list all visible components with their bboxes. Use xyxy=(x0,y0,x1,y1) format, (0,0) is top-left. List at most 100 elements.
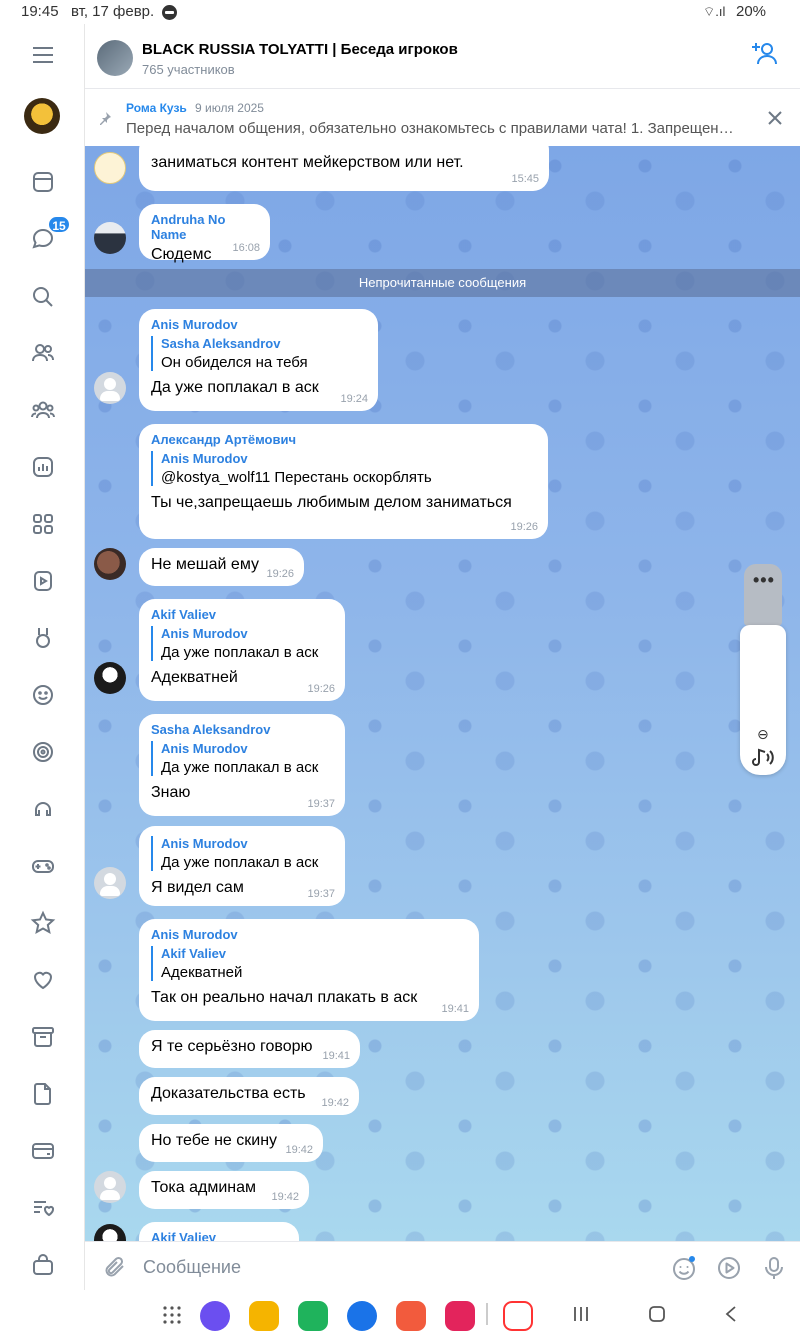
message-time: 19:26 xyxy=(307,683,335,695)
message-text: Адекватней xyxy=(151,669,238,686)
reply-text: Да уже поплакал в аск xyxy=(161,644,319,661)
message-input[interactable]: Сообщение xyxy=(143,1257,241,1278)
reply-quote[interactable]: Sasha Aleksandrov Он обиделся на тебя xyxy=(151,336,366,371)
reply-quote[interactable]: Anis Murodov Да уже поплакал в аск xyxy=(151,836,333,871)
chat-header[interactable]: BLACK RUSSIA TOLYATTI | Беседа игроков 7… xyxy=(85,24,800,88)
statistics-icon[interactable] xyxy=(30,454,56,480)
microphone-icon[interactable] xyxy=(761,1255,787,1281)
message-time: 19:37 xyxy=(307,798,335,810)
documents-icon[interactable] xyxy=(30,1081,56,1107)
chat-avatar[interactable] xyxy=(97,40,133,76)
sender-avatar[interactable] xyxy=(94,662,126,694)
reply-quote[interactable]: Anis Murodov Да уже поплакал в аск xyxy=(151,741,333,776)
reply-text: Да уже поплакал в аск xyxy=(161,759,319,776)
sender-avatar[interactable] xyxy=(94,222,126,254)
chat-title[interactable]: BLACK RUSSIA TOLYATTI | Беседа игроков xyxy=(142,41,458,58)
message-bubble[interactable]: Но тебе не скину 19:42 xyxy=(139,1124,323,1162)
sender-avatar[interactable] xyxy=(94,372,126,404)
sender-avatar[interactable] xyxy=(94,867,126,899)
sound-icon[interactable] xyxy=(751,745,775,769)
message-time: 19:42 xyxy=(271,1191,299,1203)
home-icon[interactable] xyxy=(648,1305,666,1323)
favorites-heart-icon[interactable] xyxy=(30,967,56,993)
message-bubble[interactable]: Александр Артёмович Anis Murodov @kostya… xyxy=(139,424,548,539)
message-bubble[interactable]: Я те серьёзно говорю 19:41 xyxy=(139,1030,360,1068)
charity-icon[interactable] xyxy=(30,1195,56,1221)
message-bubble[interactable]: Не мешай ему 19:26 xyxy=(139,548,304,586)
market-bag-icon[interactable] xyxy=(30,1252,56,1278)
battery-level: 20% xyxy=(736,3,767,20)
message-author[interactable]: Anis Murodov xyxy=(151,317,366,332)
message-author[interactable]: Andruha No Name xyxy=(151,212,258,242)
services-icon[interactable] xyxy=(30,511,56,537)
payments-icon[interactable] xyxy=(30,1138,56,1164)
message-bubble[interactable]: Sasha Aleksandrov Anis Murodov Да уже по… xyxy=(139,714,345,816)
reply-quote[interactable]: Akif Valiev Адекватней xyxy=(151,946,467,981)
app-drawer-icon[interactable] xyxy=(162,1305,182,1325)
message-bubble[interactable]: Akif Valiev Anis Murodov Да уже поплакал… xyxy=(139,599,345,701)
menu-icon[interactable] xyxy=(30,42,56,68)
sender-avatar[interactable] xyxy=(94,152,126,184)
games-icon[interactable] xyxy=(30,853,56,879)
stickers-icon[interactable] xyxy=(30,682,56,708)
profile-avatar[interactable] xyxy=(24,98,60,134)
yandex-app-icon[interactable] xyxy=(503,1301,533,1331)
message-composer: Сообщение xyxy=(85,1241,800,1290)
message-bubble[interactable]: Andruha No Name Сюдемс 16:08 xyxy=(139,204,270,263)
sender-avatar[interactable] xyxy=(94,1171,126,1203)
search-icon[interactable] xyxy=(30,284,56,310)
message-author[interactable]: Anis Murodov xyxy=(151,927,467,942)
chat-history[interactable]: заниматься контент мейкерством или нет. … xyxy=(85,146,800,1241)
message-text: Я те серьёзно говорю xyxy=(151,1038,313,1055)
recents-icon[interactable] xyxy=(573,1305,589,1323)
newsfeed-icon[interactable] xyxy=(30,169,56,195)
message-bubble[interactable]: Anis Murodov Sasha Aleksandrov Он обидел… xyxy=(139,309,378,411)
message-author[interactable]: Sasha Aleksandrov xyxy=(151,722,333,737)
chat-member-count[interactable]: 765 участников xyxy=(142,62,235,77)
zoom-out-icon[interactable]: ⊖ xyxy=(757,726,769,743)
message-bubble[interactable]: Доказательства есть 19:42 xyxy=(139,1077,359,1115)
video-icon[interactable] xyxy=(30,568,56,594)
messages-app-icon[interactable] xyxy=(347,1301,377,1331)
reply-quote[interactable]: Anis Murodov Да уже поплакал в аск xyxy=(151,626,333,661)
reply-author: Anis Murodov xyxy=(161,836,248,851)
message-author[interactable]: Александр Артёмович xyxy=(151,432,536,447)
message-bubble[interactable]: Anis Murodov Akif Valiev Адекватней Так … xyxy=(139,919,479,1021)
message-bubble[interactable]: заниматься контент мейкерством или нет. … xyxy=(139,146,549,191)
attach-icon[interactable] xyxy=(103,1255,127,1279)
sender-avatar[interactable] xyxy=(94,548,126,580)
add-member-icon[interactable] xyxy=(750,38,780,68)
reply-quote[interactable]: Anis Murodov @kostya_wolf11 Перестань ос… xyxy=(151,451,536,486)
message-bubble[interactable]: Тока админам 19:42 xyxy=(139,1171,309,1209)
signal-icon: ⌔.ıl xyxy=(703,4,726,19)
camera-app-icon[interactable] xyxy=(445,1301,475,1331)
reply-author: Anis Murodov xyxy=(161,741,248,756)
pinned-author: Рома Кузь xyxy=(126,101,187,115)
clips-icon[interactable] xyxy=(30,625,56,651)
files-app-icon[interactable] xyxy=(249,1301,279,1331)
communities-icon[interactable] xyxy=(30,397,56,423)
scroll-panel[interactable]: ⊖ xyxy=(740,625,786,775)
message-bubble[interactable]: Akif Valiev xyxy=(139,1222,299,1241)
reply-author: Akif Valiev xyxy=(161,946,227,961)
pinned-message[interactable]: Рома Кузь 9 июля 2025 Перед началом обще… xyxy=(85,88,800,146)
archive-icon[interactable] xyxy=(30,1024,56,1050)
bookmarks-star-icon[interactable] xyxy=(30,910,56,936)
more-icon[interactable]: ••• xyxy=(753,570,775,591)
friends-icon[interactable] xyxy=(30,340,56,366)
app-shortcut-icon[interactable] xyxy=(200,1301,230,1331)
close-icon[interactable] xyxy=(767,110,783,126)
back-icon[interactable] xyxy=(724,1305,738,1323)
message-bubble[interactable]: Anis Murodov Да уже поплакал в аск Я вид… xyxy=(139,826,345,906)
scroll-handle[interactable]: ••• xyxy=(744,564,782,626)
pin-icon xyxy=(100,112,111,125)
message-author[interactable]: Akif Valiev xyxy=(151,1230,287,1241)
video-message-icon[interactable] xyxy=(716,1255,742,1281)
contacts-app-icon[interactable] xyxy=(396,1301,426,1331)
message-author[interactable]: Akif Valiev xyxy=(151,607,333,622)
phone-app-icon[interactable] xyxy=(298,1301,328,1331)
podcasts-icon[interactable] xyxy=(30,796,56,822)
emoji-icon[interactable] xyxy=(671,1255,697,1281)
message-text: Доказательства есть xyxy=(151,1085,306,1102)
target-icon[interactable] xyxy=(30,739,56,765)
